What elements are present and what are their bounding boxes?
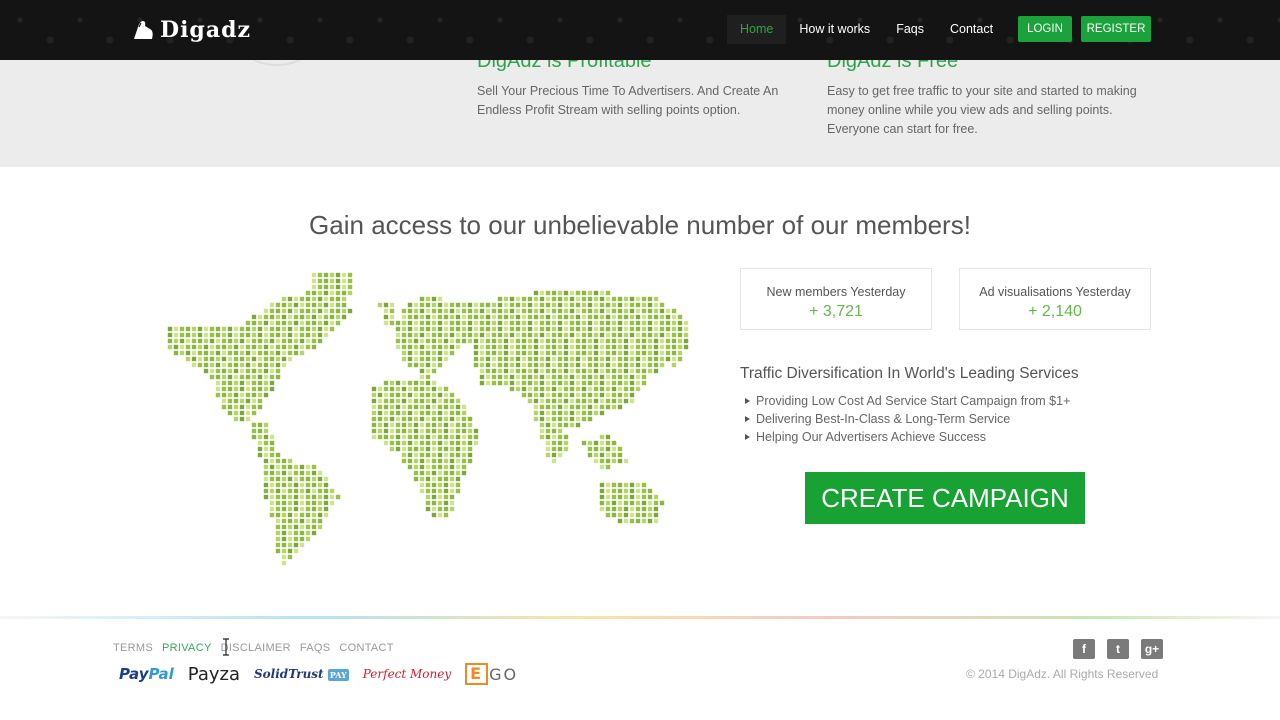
list-item: Delivering Best-In-Class & Long-Term Ser… <box>745 411 1070 429</box>
footer-link-faqs[interactable]: FAQS <box>300 642 331 654</box>
payment-logos: PayPal Payza SolidTrust PAY Perfect Mone… <box>119 663 532 685</box>
twitter-icon[interactable]: t <box>1107 639 1129 659</box>
logo-hand-icon <box>134 21 153 39</box>
brand-name: Digadz <box>160 17 251 43</box>
footer-link-privacy[interactable]: PRIVACY <box>162 642 212 654</box>
nav-home[interactable]: Home <box>727 15 787 44</box>
facebook-icon[interactable]: f <box>1073 639 1095 659</box>
login-button[interactable]: LOGIN <box>1018 16 1072 42</box>
payza-logo: Payza <box>187 663 241 685</box>
solidtrust-logo: SolidTrust PAY <box>254 667 349 681</box>
list-item-text: Helping Our Advertisers Achieve Success <box>756 430 986 444</box>
feature-icon-circle <box>245 60 309 66</box>
footer-link-terms[interactable]: TERMS <box>113 642 153 654</box>
nav-how-it-works[interactable]: How it works <box>786 15 883 44</box>
top-navbar: Digadz Home How it works Faqs Contact LO… <box>0 0 1280 60</box>
traffic-list: Providing Low Cost Ad Service Start Camp… <box>745 393 1070 447</box>
stat-label: Ad visualisations Yesterday <box>979 285 1131 299</box>
list-item-text: Delivering Best-In-Class & Long-Term Ser… <box>756 412 1011 426</box>
list-item-text: Providing Low Cost Ad Service Start Camp… <box>756 394 1071 408</box>
feature-profitable: DigAdz is Profitable Sell Your Precious … <box>477 60 807 120</box>
register-button[interactable]: REGISTER <box>1081 16 1151 42</box>
traffic-title: Traffic Diversification In World's Leadi… <box>740 365 1079 382</box>
footer-links: TERMS PRIVACY DISCLAIMER FAQS CONTACT <box>113 642 403 654</box>
stat-value: + 2,140 <box>1028 303 1082 320</box>
social-links: f t g+ <box>1073 639 1175 659</box>
members-headline: Gain access to our unbelievable number o… <box>309 210 971 240</box>
paypal-logo: PayPal <box>119 665 174 683</box>
footer: TERMS PRIVACY DISCLAIMER FAQS CONTACT Pa… <box>0 619 1280 720</box>
stat-label: New members Yesterday <box>766 285 906 299</box>
main-nav: Home How it works Faqs Contact <box>727 15 1006 44</box>
footer-link-disclaimer[interactable]: DISCLAIMER <box>221 642 291 654</box>
stat-new-members: New members Yesterday + 3,721 <box>740 268 932 330</box>
feature-free: DigAdz is Free Easy to get free traffic … <box>827 60 1137 139</box>
bullet-arrow-icon <box>745 398 750 404</box>
world-map-image <box>167 272 689 566</box>
feature-text: Easy to get free traffic to your site an… <box>827 84 1137 136</box>
feature-text: Sell Your Precious Time To Advertisers. … <box>477 84 779 117</box>
copyright-text: © 2014 DigAdz. All Rights Reserved <box>966 667 1159 681</box>
features-strip: DigAdz is Profitable Sell Your Precious … <box>0 60 1280 167</box>
nav-contact[interactable]: Contact <box>937 15 1006 44</box>
egopay-logo: E GO <box>465 663 518 685</box>
feature-title: DigAdz is Free <box>827 60 959 72</box>
create-campaign-button[interactable]: CREATE CAMPAIGN <box>805 472 1085 524</box>
bullet-arrow-icon <box>745 434 750 440</box>
list-item: Providing Low Cost Ad Service Start Camp… <box>745 393 1070 411</box>
text-cursor-icon <box>223 638 229 656</box>
bullet-arrow-icon <box>745 416 750 422</box>
stat-value: + 3,721 <box>809 303 863 320</box>
nav-faqs[interactable]: Faqs <box>883 15 937 44</box>
google-plus-icon[interactable]: g+ <box>1141 639 1163 659</box>
perfect-money-logo: Perfect Money <box>362 667 452 681</box>
feature-title: DigAdz is Profitable <box>477 60 652 72</box>
brand-logo[interactable]: Digadz <box>130 17 251 43</box>
list-item: Helping Our Advertisers Achieve Success <box>745 429 1070 447</box>
stat-ad-visualisations: Ad visualisations Yesterday + 2,140 <box>959 268 1151 330</box>
footer-link-contact[interactable]: CONTACT <box>339 642 393 654</box>
